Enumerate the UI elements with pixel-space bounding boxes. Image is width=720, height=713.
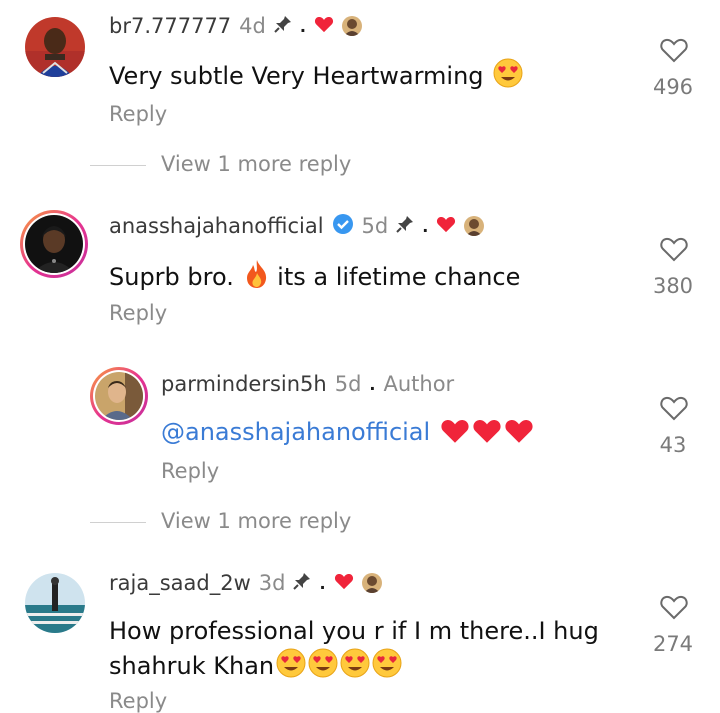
separator-dot: .: [422, 216, 429, 236]
view-more-replies-button[interactable]: View 1 more reply: [161, 509, 351, 533]
comment-text-content: Very subtle Very Heartwarming: [109, 62, 484, 90]
avatar[interactable]: [90, 367, 148, 425]
mention-link[interactable]: @anasshajahanofficial: [161, 418, 430, 446]
username[interactable]: parmindersin5h: [161, 372, 327, 396]
like-count: 274: [652, 632, 694, 656]
view-more-replies-button[interactable]: View 1 more reply: [161, 152, 351, 176]
creator-avatar-icon: [464, 216, 485, 236]
comment-text-part: Suprb bro.: [109, 263, 234, 291]
like-heart-icon[interactable]: [659, 36, 689, 68]
comment-header: br7.777777 4d .: [109, 14, 362, 38]
reply-button[interactable]: Reply: [109, 301, 167, 325]
like-count: 380: [652, 274, 694, 298]
username[interactable]: br7.777777: [109, 14, 231, 38]
author-badge: Author: [383, 372, 455, 396]
like-count: 43: [659, 433, 687, 457]
verified-badge-icon: [332, 213, 354, 239]
red-heart-emoji-icon: [504, 417, 534, 450]
pin-icon: [293, 572, 311, 594]
comment-header: anasshajahanofficial 5d .: [109, 213, 485, 239]
like-heart-icon[interactable]: [659, 235, 689, 267]
reply-text: @anasshajahanofficial: [161, 417, 534, 450]
red-heart-emoji-icon: [472, 417, 502, 450]
timestamp: 5d: [361, 214, 389, 238]
creator-liked-heart-icon: [334, 572, 354, 594]
pin-icon: [396, 215, 414, 237]
creator-liked-heart-icon: [436, 215, 456, 237]
comment-text: shahruk Khan: [109, 648, 402, 684]
comment-text: Very subtle Very Heartwarming: [109, 58, 523, 94]
comment-text: Suprb bro. its a lifetime chance: [109, 259, 520, 295]
creator-avatar-icon: [341, 16, 362, 36]
reply-header: parmindersin5h 5d . Author: [161, 372, 454, 396]
reply-button[interactable]: Reply: [109, 102, 167, 126]
heart-eyes-emoji-icon: [493, 58, 523, 94]
username[interactable]: anasshajahanofficial: [109, 214, 324, 238]
reply-button[interactable]: Reply: [161, 459, 219, 483]
timestamp: 5d: [334, 372, 362, 396]
comment-text-line: How professional you r if I m there..I h…: [109, 617, 599, 645]
like-count: 496: [652, 75, 694, 99]
heart-eyes-emoji-icon: [276, 648, 306, 684]
like-heart-icon[interactable]: [659, 394, 689, 426]
reply-button[interactable]: Reply: [109, 689, 167, 713]
timestamp: 3d: [258, 571, 286, 595]
like-heart-icon[interactable]: [659, 593, 689, 625]
red-heart-emoji-icon: [440, 417, 470, 450]
username[interactable]: raja_saad_2w: [109, 571, 251, 595]
comment-text-line: shahruk Khan: [109, 652, 275, 680]
avatar[interactable]: [25, 573, 85, 633]
avatar[interactable]: [20, 210, 88, 278]
divider: [90, 522, 146, 523]
separator-dot: .: [369, 374, 376, 394]
heart-eyes-emoji-icon: [340, 648, 370, 684]
creator-liked-heart-icon: [314, 15, 334, 37]
comment-text: How professional you r if I m there..I h…: [109, 617, 599, 645]
heart-eyes-emoji-icon: [372, 648, 402, 684]
divider: [90, 165, 146, 166]
heart-eyes-emoji-icon: [308, 648, 338, 684]
separator-dot: .: [319, 573, 326, 593]
timestamp: 4d: [239, 14, 266, 38]
separator-dot: .: [299, 16, 306, 36]
avatar[interactable]: [25, 17, 85, 77]
comment-text-part: its a lifetime chance: [277, 263, 521, 291]
pin-icon: [274, 15, 292, 37]
creator-avatar-icon: [361, 573, 382, 593]
fire-emoji-icon: [244, 259, 270, 295]
comment-header: raja_saad_2w 3d .: [109, 571, 382, 595]
